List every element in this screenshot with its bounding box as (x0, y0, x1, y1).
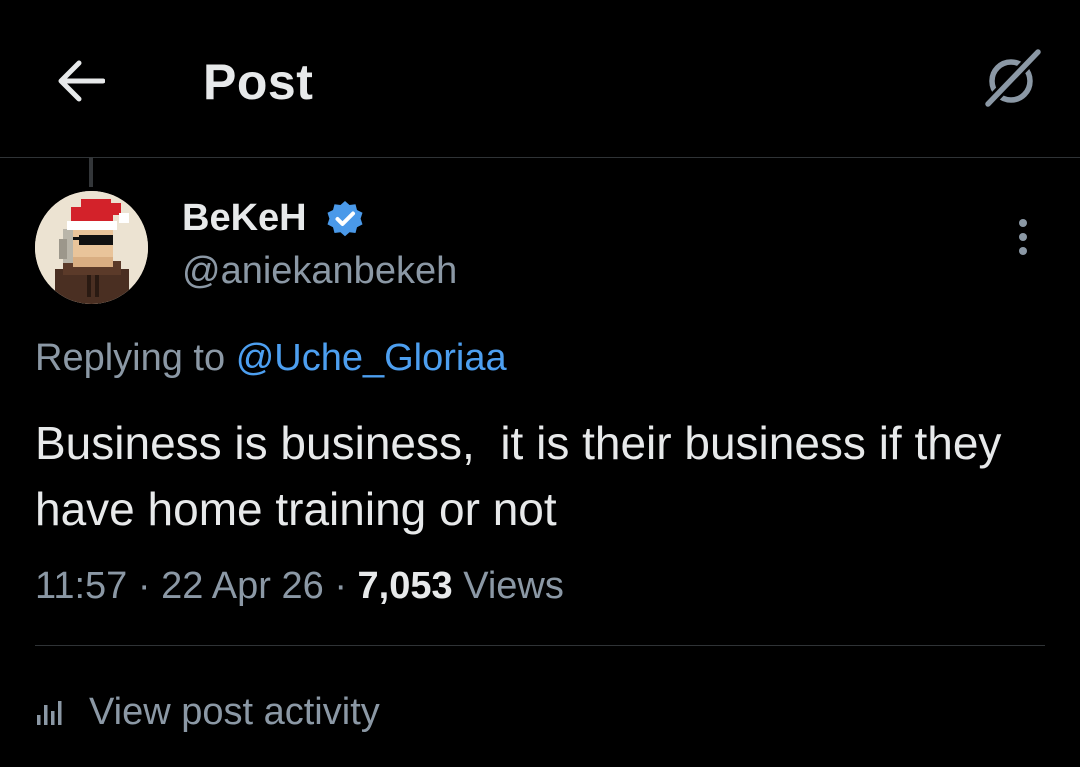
verified-badge-icon (327, 201, 363, 237)
replying-to-line: Replying to @Uche_Gloriaa (35, 334, 507, 382)
reply-mention-link[interactable]: @Uche_Gloriaa (236, 337, 507, 379)
arrow-left-icon (58, 60, 105, 102)
meta-separator: · (334, 565, 347, 607)
avatar[interactable] (35, 191, 148, 304)
more-vertical-icon (1019, 219, 1027, 255)
divider (35, 645, 1045, 646)
post-meta: 11:57 · 22 Apr 26 · 7,053 Views (35, 562, 564, 610)
meta-separator: · (137, 565, 151, 607)
view-post-activity-label: View post activity (89, 691, 380, 733)
grok-button[interactable] (978, 46, 1044, 112)
more-options-button[interactable] (1000, 212, 1046, 262)
views-count: 7,053 (357, 565, 453, 607)
post-date: 22 Apr 26 (161, 565, 324, 607)
replying-to-prefix: Replying to (35, 337, 226, 379)
top-bar: Post (0, 0, 1080, 158)
views-label: Views (463, 565, 564, 607)
post-time: 11:57 (35, 565, 128, 607)
back-button[interactable] (52, 55, 108, 107)
pixel-avatar-santa-hat (35, 191, 148, 304)
author-username[interactable]: @aniekanbekeh (182, 248, 457, 294)
view-post-activity-button[interactable]: View post activity (35, 688, 380, 736)
author-display-name[interactable]: BeKeH (182, 195, 307, 241)
thread-connector-line (89, 157, 93, 187)
bar-chart-icon (35, 694, 71, 730)
grok-slash-icon (982, 48, 1042, 110)
post-text: Business is business, it is their busine… (35, 417, 1015, 535)
page-title: Post (203, 54, 314, 110)
